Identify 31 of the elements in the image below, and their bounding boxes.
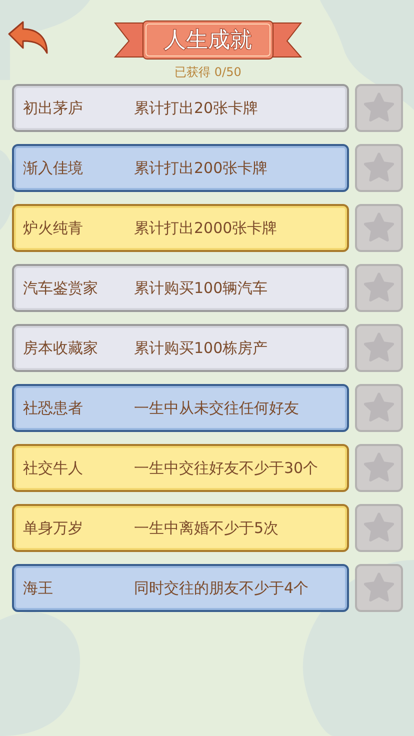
star-button[interactable]: [355, 564, 403, 612]
achievement-description: 累计打出2000张卡牌: [134, 218, 278, 239]
achievement-description: 累计打出20张卡牌: [134, 98, 258, 119]
progress-text: 已获得 0/50: [174, 64, 242, 81]
star-button[interactable]: [355, 504, 403, 552]
back-arrow-icon: [7, 20, 49, 56]
achievement-name: 渐入佳境: [23, 158, 84, 179]
achievement-name: 炉火纯青: [23, 218, 84, 239]
achievement-name: 汽车鉴赏家: [23, 278, 99, 299]
achievement-name: 社恐患者: [23, 398, 84, 419]
star-button[interactable]: [355, 444, 403, 492]
star-button[interactable]: [355, 84, 403, 132]
star-button[interactable]: [355, 384, 403, 432]
achievement-description: 同时交往的朋友不少于4个: [134, 578, 309, 599]
achievement-name: 房本收藏家: [23, 338, 99, 359]
achievement-description: 累计购买100栋房产: [134, 338, 268, 359]
achievement-description: 累计打出200张卡牌: [134, 158, 268, 179]
star-button[interactable]: [355, 144, 403, 192]
star-button[interactable]: [355, 204, 403, 252]
achievement-description: 累计购买100辆汽车: [134, 278, 268, 299]
page-title: 人生成就: [164, 26, 252, 54]
star-button[interactable]: [355, 324, 403, 372]
achievement-description: 一生中交往好友不少于30个: [134, 458, 318, 479]
achievement-name: 单身万岁: [23, 518, 84, 539]
back-button[interactable]: [7, 20, 49, 56]
achievement-name: 海王: [23, 578, 54, 599]
star-button[interactable]: [355, 264, 403, 312]
achievement-description: 一生中离婚不少于5次: [134, 518, 279, 539]
achievement-description: 一生中从未交往任何好友: [134, 398, 299, 419]
achievement-name: 初出茅庐: [23, 98, 84, 119]
achievement-name: 社交牛人: [23, 458, 84, 479]
